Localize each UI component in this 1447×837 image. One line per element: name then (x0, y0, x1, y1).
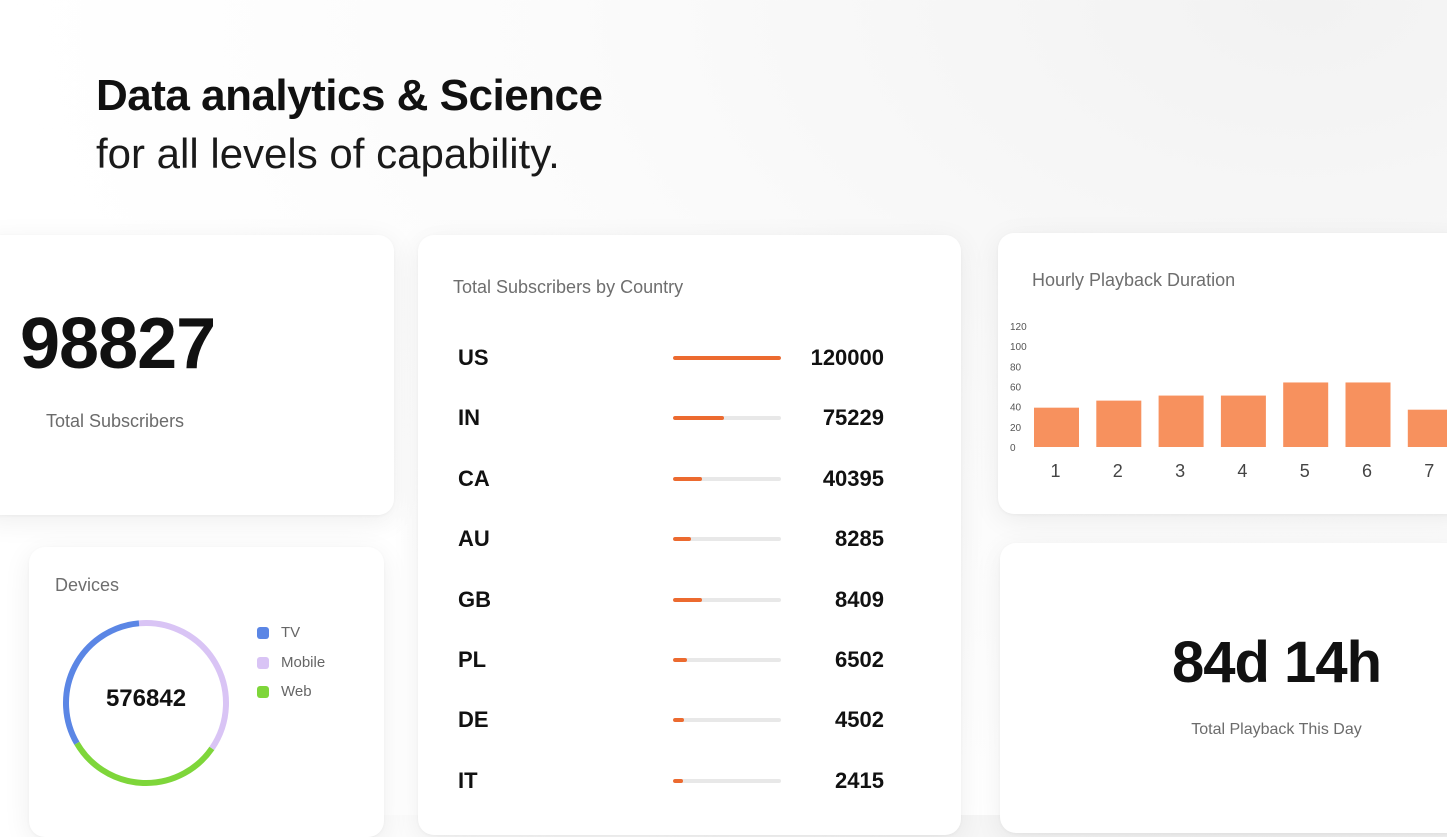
total-playback-label: Total Playback This Day (1191, 721, 1362, 738)
x-tick-label: 7 (1424, 461, 1434, 481)
y-tick-label: 0 (1010, 443, 1016, 454)
country-row: DE 4502 (458, 699, 884, 739)
country-progress-fill (673, 597, 703, 602)
bar-1 (1034, 407, 1079, 447)
country-code: PL (458, 647, 487, 672)
country-progress-track (673, 778, 781, 783)
country-row: CA 40395 (458, 458, 884, 498)
country-progress-fill (673, 356, 781, 360)
bar-4 (1220, 395, 1266, 447)
country-value: 4502 (835, 707, 884, 733)
y-tick-label: 100 (1010, 342, 1027, 353)
devices-title: Devices (55, 575, 120, 595)
country-row: US 120000 (458, 337, 884, 377)
country-value: 8409 (835, 586, 884, 612)
subscribers-by-country-card: Total Subscribers by Country US 120000 IN 7… (418, 235, 961, 835)
square-dot-icon (257, 656, 269, 669)
y-tick-label: 20 (1010, 423, 1022, 434)
legend-label: TV (281, 624, 301, 641)
total-subscribers-label: Total Subscribers (46, 411, 185, 431)
y-tick-label: 80 (1010, 362, 1022, 373)
hourly-playback-card: Hourly Playback Duration 0 20 40 60 80 100 120… (998, 233, 1447, 514)
y-tick-label: 40 (1010, 403, 1022, 414)
bar-3 (1158, 395, 1204, 447)
donut-segment-web (74, 741, 215, 786)
country-code: IT (458, 767, 478, 793)
country-code: IN (458, 405, 480, 431)
country-progress-track (673, 597, 781, 602)
country-code: CA (458, 465, 490, 491)
bar-6 (1345, 382, 1391, 447)
y-tick-label: 120 (1010, 322, 1027, 333)
total-playback-value: 84d 14h (1172, 630, 1382, 695)
devices-card: Devices 576842 TV Mobile Web (29, 547, 384, 837)
country-progress-track (673, 537, 781, 542)
x-tick-label: 5 (1300, 461, 1310, 481)
total-subscribers-value: 98827 (20, 304, 216, 384)
total-subscribers-card: 98827 Total Subscribers (0, 235, 394, 515)
x-tick-label: 4 (1237, 461, 1247, 481)
country-value: 120000 (810, 345, 884, 370)
country-row: IN 75229 (458, 397, 884, 437)
country-progress-track (673, 476, 781, 481)
total-playback-card: 84d 14h Total Playback This Day (1000, 543, 1447, 833)
country-code: DE (458, 707, 489, 733)
country-progress-fill (673, 476, 703, 481)
country-value: 6502 (835, 647, 884, 672)
x-tick-label: 1 (1050, 461, 1060, 481)
country-progress-fill (673, 537, 692, 542)
country-code: US (458, 345, 489, 370)
country-code: GB (458, 586, 491, 612)
hero-title: Data analytics & Science (96, 71, 603, 120)
country-value: 8285 (835, 526, 884, 552)
square-dot-icon (257, 686, 269, 698)
country-progress-fill (673, 718, 684, 723)
bar-5 (1283, 382, 1329, 447)
hero-subtitle: for all levels of capability. (96, 130, 560, 177)
country-progress-track (673, 658, 781, 662)
country-progress-track (673, 718, 781, 723)
country-code: AU (458, 526, 490, 552)
country-row: IT 2415 (458, 760, 884, 800)
devices-total: 576842 (105, 685, 187, 712)
y-tick-label: 60 (1010, 383, 1022, 394)
x-tick-label: 3 (1175, 461, 1185, 481)
hourly-bar-chart: 0 20 40 60 80 100 120 1 2 3 4 5 6 7 (1010, 322, 1447, 481)
square-dot-icon (257, 627, 269, 639)
x-tick-label: 2 (1113, 461, 1123, 481)
donut-segment-tv (63, 620, 140, 745)
bar-2 (1096, 400, 1142, 447)
country-progress-fill (673, 416, 724, 421)
country-row: PL 6502 (458, 639, 884, 679)
country-progress-fill (673, 658, 688, 662)
country-progress-track (673, 416, 781, 421)
country-value: 40395 (822, 465, 884, 491)
legend-label: Web (281, 683, 312, 700)
country-card-title: Total Subscribers by Country (453, 277, 684, 297)
bar-7 (1407, 409, 1447, 447)
hero: Data analytics & Science for all levels … (96, 68, 603, 184)
country-row: GB 8409 (458, 579, 884, 619)
country-progress-track (673, 356, 781, 360)
country-row: AU 8285 (458, 518, 884, 558)
x-tick-label: 6 (1362, 461, 1372, 481)
legend-label: Mobile (281, 653, 326, 671)
country-progress-fill (673, 778, 683, 783)
country-value: 75229 (822, 405, 884, 431)
country-value: 2415 (835, 767, 884, 793)
